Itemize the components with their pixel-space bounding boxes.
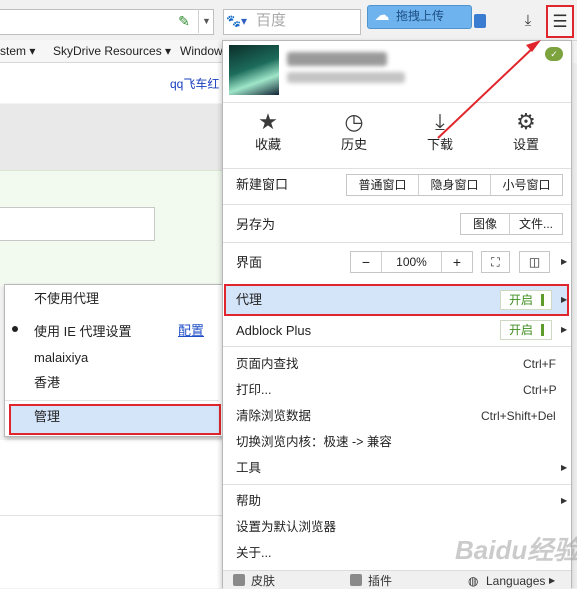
- zoom-in-button[interactable]: +: [442, 252, 472, 272]
- proxy-option-ie[interactable]: 使用 IE 代理设置: [5, 321, 248, 343]
- chevron-right-icon: ▶: [561, 295, 568, 304]
- incognito-window-button[interactable]: 隐身窗口: [419, 175, 490, 195]
- print-shortcut: Ctrl+P: [523, 383, 557, 397]
- page-banner: [0, 104, 222, 170]
- skin-icon: [233, 574, 245, 586]
- switch-engine-item[interactable]: 切换浏览内核：极速 -> 兼容: [236, 434, 392, 450]
- address-dropdown-button[interactable]: ▼: [198, 9, 214, 33]
- clear-data-shortcut: Ctrl+Shift+Del: [481, 409, 556, 423]
- submenu-separator: [5, 400, 219, 401]
- download-icon: ⤓: [435, 109, 445, 134]
- proxy-option-manage[interactable]: 管理: [5, 406, 248, 428]
- proxy-option-malaixiya[interactable]: malaixiya: [5, 347, 248, 369]
- adblock-label[interactable]: Adblock Plus: [236, 322, 311, 340]
- adblock-status: 开启: [509, 323, 534, 337]
- find-shortcut: Ctrl+F: [523, 357, 556, 371]
- menu-separator: [223, 242, 571, 243]
- drag-upload-label: 拖拽上传: [396, 9, 445, 23]
- menu-separator: [223, 484, 571, 485]
- extension-icon[interactable]: [474, 14, 486, 28]
- downloads-button[interactable]: ⤓ 下载: [405, 108, 475, 160]
- skin-button[interactable]: 皮肤: [251, 573, 275, 589]
- save-as-button-group: 图像 文件...: [460, 213, 563, 235]
- new-window-button-group: 普通窗口 隐身窗口 小号窗口: [346, 174, 563, 196]
- user-name-blurred: [287, 52, 387, 66]
- search-engine-icon[interactable]: 🐾▾: [226, 12, 252, 30]
- proxy-option-hongkong[interactable]: 香港: [5, 372, 248, 394]
- chevron-right-icon: ▶: [549, 576, 556, 585]
- avatar[interactable]: [229, 45, 279, 95]
- menu-separator: [223, 102, 571, 103]
- zoom-control-group: − 100% +: [350, 251, 473, 273]
- chevron-right-icon: ▶: [561, 325, 568, 334]
- proxy-label: 代理: [236, 292, 263, 307]
- favorites-button[interactable]: ★ 收藏: [233, 108, 303, 160]
- star-icon: ★: [258, 109, 278, 134]
- download-toolbar-icon[interactable]: ⤓: [516, 9, 540, 33]
- menu-separator: [223, 204, 571, 205]
- favorites-label: 收藏: [254, 137, 281, 152]
- settings-button[interactable]: ⚙ 设置: [491, 108, 561, 160]
- adblock-toggle[interactable]: 开启: [500, 320, 552, 340]
- plugins-button[interactable]: 插件: [368, 573, 392, 589]
- user-email-blurred: [287, 72, 405, 83]
- zoom-out-button[interactable]: −: [351, 252, 381, 272]
- zoom-label: 界面: [236, 255, 263, 270]
- print-item[interactable]: 打印...: [236, 382, 271, 398]
- page-scrollbar[interactable]: [572, 63, 577, 588]
- proxy-toggle[interactable]: 开启: [500, 290, 552, 310]
- languages-button[interactable]: Languages: [486, 573, 545, 589]
- menu-separator: [223, 346, 571, 347]
- proxy-status: 开启: [509, 293, 534, 307]
- search-placeholder: 百度: [256, 12, 287, 29]
- tools-item[interactable]: 工具: [236, 460, 261, 476]
- help-item[interactable]: 帮助: [236, 493, 261, 509]
- cloud-icon: ☁: [374, 7, 390, 24]
- save-file-button[interactable]: 文件...: [510, 214, 562, 234]
- bookmark-windows[interactable]: Window: [180, 43, 223, 59]
- cloud-sync-icon[interactable]: ✓: [545, 47, 563, 61]
- bookmark-skydrive-resources[interactable]: SkyDrive Resources ▾: [53, 43, 171, 59]
- save-image-button[interactable]: 图像: [461, 214, 509, 234]
- zoom-value: 100%: [396, 255, 427, 269]
- chevron-right-icon: ▶: [561, 496, 568, 505]
- settings-label: 设置: [512, 137, 539, 152]
- page-divider: [0, 515, 222, 516]
- history-button[interactable]: ◷ 历史: [319, 108, 389, 160]
- chevron-right-icon: ▶: [561, 257, 568, 266]
- find-in-page-item[interactable]: 页面内查找: [236, 356, 299, 372]
- page-text-field[interactable]: [0, 207, 155, 241]
- about-item[interactable]: 关于...: [236, 545, 271, 561]
- page-lower-area: [0, 440, 222, 588]
- clock-icon: ◷: [344, 109, 364, 134]
- globe-icon: ◍: [468, 574, 479, 588]
- save-as-label: 另存为: [236, 217, 276, 232]
- alt-account-window-button[interactable]: 小号窗口: [491, 175, 562, 195]
- set-default-browser-item[interactable]: 设置为默认浏览器: [236, 519, 336, 535]
- chevron-right-icon: ▶: [561, 463, 568, 472]
- gear-icon: ⚙: [516, 109, 536, 134]
- normal-window-button[interactable]: 普通窗口: [347, 175, 418, 195]
- baidu-watermark: Baidu经验: [455, 535, 577, 565]
- bookmark-system[interactable]: stem ▾: [0, 43, 35, 59]
- new-window-label: 新建窗口: [236, 177, 289, 192]
- split-view-icon[interactable]: ◫: [519, 251, 550, 273]
- proxy-option-none[interactable]: 不使用代理: [5, 288, 248, 310]
- main-menu-button[interactable]: ☰: [546, 5, 574, 38]
- downloads-label: 下载: [426, 137, 453, 152]
- clear-browsing-data-item[interactable]: 清除浏览数据: [236, 408, 311, 424]
- fullscreen-icon[interactable]: ⛶: [481, 251, 510, 273]
- pin-icon[interactable]: ✎: [176, 13, 192, 29]
- menu-separator: [223, 168, 571, 169]
- page-link[interactable]: qq飞车红: [170, 75, 219, 92]
- plugin-icon: [350, 574, 362, 586]
- proxy-config-link[interactable]: 配置: [178, 323, 204, 339]
- history-label: 历史: [340, 137, 367, 152]
